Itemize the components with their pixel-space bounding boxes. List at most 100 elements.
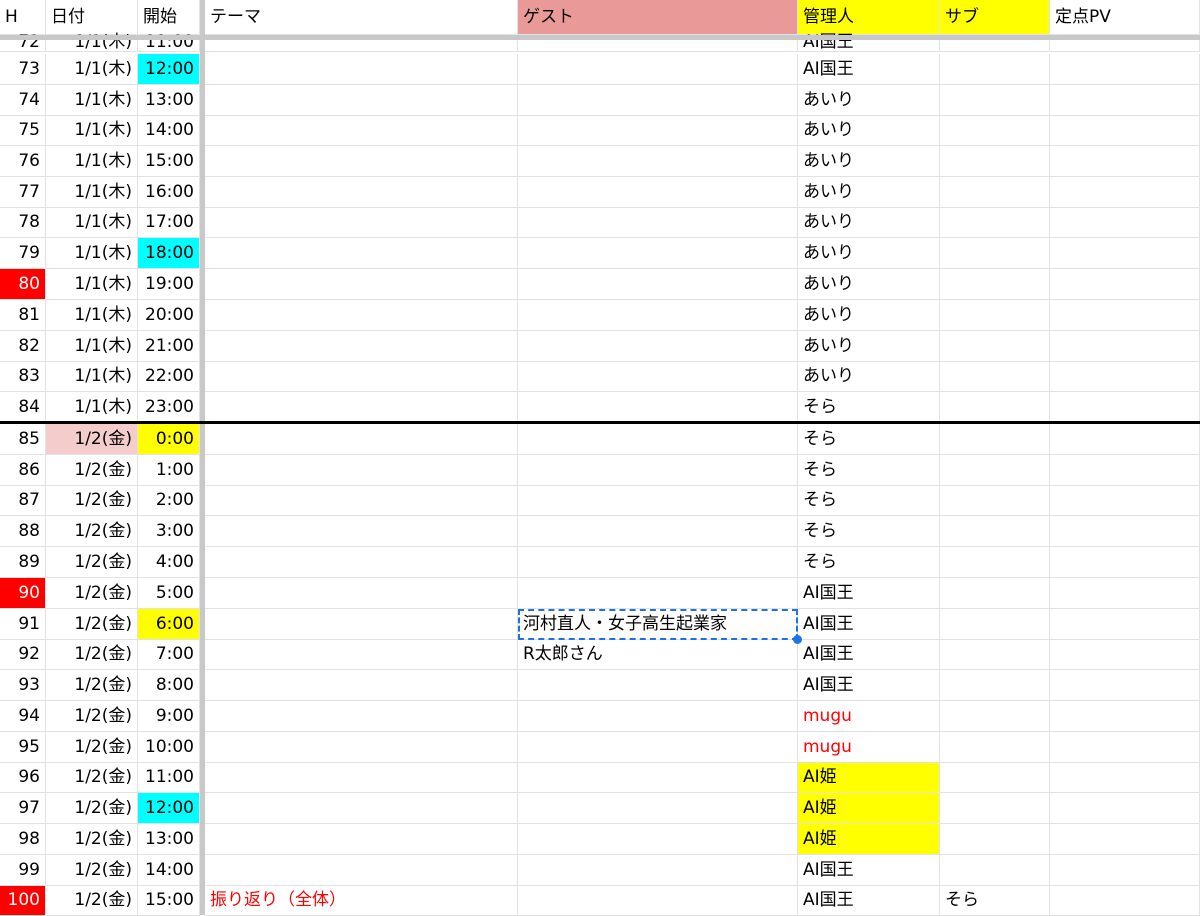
cell-sub[interactable] bbox=[940, 116, 1050, 146]
cell-start[interactable]: 13:00 bbox=[138, 85, 200, 116]
cell-h[interactable]: 85 bbox=[0, 424, 46, 455]
cell-h[interactable]: 76 bbox=[0, 146, 46, 177]
cell-h[interactable]: 87 bbox=[0, 486, 46, 516]
cell-h[interactable]: 84 bbox=[0, 392, 46, 424]
cell-guest[interactable] bbox=[518, 116, 798, 146]
cell-guest[interactable] bbox=[518, 547, 798, 578]
cell-start[interactable]: 22:00 bbox=[138, 362, 200, 392]
cell-sub[interactable] bbox=[940, 208, 1050, 238]
cell-guest[interactable] bbox=[518, 670, 798, 701]
partial-h[interactable]: 72 bbox=[0, 28, 46, 52]
cell-manager[interactable]: mugu bbox=[798, 701, 940, 732]
cell-start[interactable]: 4:00 bbox=[138, 547, 200, 578]
cell-pv[interactable] bbox=[1050, 177, 1200, 208]
cell-h[interactable]: 95 bbox=[0, 732, 46, 763]
cell-manager[interactable]: AI姫 bbox=[798, 824, 940, 855]
cell-sub[interactable] bbox=[940, 701, 1050, 732]
cell-guest[interactable] bbox=[518, 54, 798, 85]
cell-date[interactable]: 1/1(木) bbox=[46, 300, 138, 331]
cell-date[interactable]: 1/1(木) bbox=[46, 177, 138, 208]
cell-theme[interactable] bbox=[205, 455, 518, 486]
cell-guest[interactable] bbox=[518, 455, 798, 486]
cell-manager[interactable]: あいり bbox=[798, 85, 940, 116]
cell-manager[interactable]: AI国王 bbox=[798, 609, 940, 640]
cell-pv[interactable] bbox=[1050, 578, 1200, 609]
cell-pv[interactable] bbox=[1050, 701, 1200, 732]
cell-date[interactable]: 1/2(金) bbox=[46, 424, 138, 455]
cell-manager[interactable]: あいり bbox=[798, 269, 940, 300]
cell-start[interactable]: 9:00 bbox=[138, 701, 200, 732]
cell-sub[interactable] bbox=[940, 763, 1050, 793]
cell-theme[interactable] bbox=[205, 732, 518, 763]
cell-pv[interactable] bbox=[1050, 547, 1200, 578]
cell-date[interactable]: 1/1(木) bbox=[46, 238, 138, 269]
cell-h[interactable]: 98 bbox=[0, 824, 46, 855]
cell-sub[interactable] bbox=[940, 793, 1050, 824]
cell-sub[interactable] bbox=[940, 331, 1050, 362]
cell-guest[interactable] bbox=[518, 146, 798, 177]
cell-h[interactable]: 89 bbox=[0, 547, 46, 578]
cell-manager[interactable]: そら bbox=[798, 424, 940, 455]
cell-start[interactable]: 14:00 bbox=[138, 116, 200, 146]
cell-start[interactable]: 1:00 bbox=[138, 455, 200, 486]
cell-h[interactable]: 83 bbox=[0, 362, 46, 392]
cell-theme[interactable] bbox=[205, 331, 518, 362]
partial-sub[interactable] bbox=[940, 28, 1050, 52]
cell-date[interactable]: 1/1(木) bbox=[46, 269, 138, 300]
cell-date[interactable]: 1/1(木) bbox=[46, 392, 138, 424]
cell-manager[interactable]: あいり bbox=[798, 146, 940, 177]
cell-start[interactable]: 15:00 bbox=[138, 886, 200, 916]
partial-date[interactable]: 1/1(木) bbox=[46, 28, 138, 52]
cell-guest[interactable]: R太郎さん bbox=[518, 640, 798, 670]
cell-manager[interactable]: AI姫 bbox=[798, 763, 940, 793]
partial-guest[interactable] bbox=[518, 28, 798, 52]
cell-guest[interactable] bbox=[518, 855, 798, 886]
fill-handle[interactable] bbox=[793, 635, 802, 644]
cell-theme[interactable] bbox=[205, 609, 518, 640]
cell-guest[interactable] bbox=[518, 732, 798, 763]
cell-sub[interactable] bbox=[940, 455, 1050, 486]
cell-date[interactable]: 1/2(金) bbox=[46, 824, 138, 855]
cell-h[interactable]: 97 bbox=[0, 793, 46, 824]
cell-pv[interactable] bbox=[1050, 486, 1200, 516]
cell-theme[interactable] bbox=[205, 54, 518, 85]
cell-h[interactable]: 86 bbox=[0, 455, 46, 486]
cell-start[interactable]: 16:00 bbox=[138, 177, 200, 208]
cell-guest[interactable] bbox=[518, 886, 798, 916]
cell-guest[interactable] bbox=[518, 238, 798, 269]
cell-sub[interactable] bbox=[940, 85, 1050, 116]
cell-sub[interactable] bbox=[940, 547, 1050, 578]
cell-h[interactable]: 78 bbox=[0, 208, 46, 238]
cell-theme[interactable] bbox=[205, 793, 518, 824]
cell-start[interactable]: 19:00 bbox=[138, 269, 200, 300]
cell-h[interactable]: 80 bbox=[0, 269, 46, 300]
cell-theme[interactable] bbox=[205, 824, 518, 855]
cell-theme[interactable] bbox=[205, 85, 518, 116]
cell-theme[interactable] bbox=[205, 208, 518, 238]
cell-h[interactable]: 82 bbox=[0, 331, 46, 362]
cell-pv[interactable] bbox=[1050, 208, 1200, 238]
cell-start[interactable]: 12:00 bbox=[138, 54, 200, 85]
cell-manager[interactable]: AI国王 bbox=[798, 54, 940, 85]
cell-h[interactable]: 74 bbox=[0, 85, 46, 116]
cell-theme[interactable] bbox=[205, 362, 518, 392]
partial-theme[interactable] bbox=[205, 28, 518, 52]
cell-start[interactable]: 18:00 bbox=[138, 238, 200, 269]
cell-date[interactable]: 1/2(金) bbox=[46, 640, 138, 670]
cell-theme[interactable] bbox=[205, 116, 518, 146]
cell-guest[interactable] bbox=[518, 269, 798, 300]
cell-pv[interactable] bbox=[1050, 455, 1200, 486]
cell-start[interactable]: 10:00 bbox=[138, 732, 200, 763]
cell-date[interactable]: 1/1(木) bbox=[46, 362, 138, 392]
cell-guest[interactable] bbox=[518, 701, 798, 732]
cell-date[interactable]: 1/2(金) bbox=[46, 732, 138, 763]
cell-guest[interactable] bbox=[518, 177, 798, 208]
cell-sub[interactable]: そら bbox=[940, 886, 1050, 916]
cell-date[interactable]: 1/2(金) bbox=[46, 516, 138, 547]
cell-h[interactable]: 75 bbox=[0, 116, 46, 146]
cell-theme[interactable] bbox=[205, 269, 518, 300]
cell-guest[interactable] bbox=[518, 763, 798, 793]
cell-h[interactable]: 94 bbox=[0, 701, 46, 732]
cell-manager[interactable]: AI国王 bbox=[798, 886, 940, 916]
cell-sub[interactable] bbox=[940, 238, 1050, 269]
